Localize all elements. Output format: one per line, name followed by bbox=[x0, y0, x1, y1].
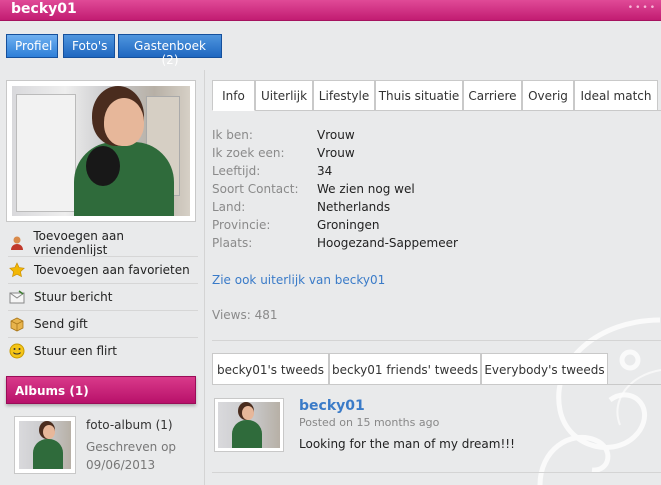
views-count: Views: 481 bbox=[212, 308, 278, 322]
tab-own-tweeds[interactable]: becky01's tweeds bbox=[212, 353, 329, 385]
profile-photo bbox=[12, 86, 190, 216]
send-message-label: Stuur bericht bbox=[34, 290, 113, 304]
send-gift-label: Send gift bbox=[34, 317, 88, 331]
info-row: Soort Contact: We zien nog wel bbox=[212, 182, 415, 196]
info-row: Plaats: Hoogezand-Sappemeer bbox=[212, 236, 458, 250]
tab-everybody-tweeds[interactable]: Everybody's tweeds bbox=[481, 353, 608, 385]
info-row: Ik zoek een: Vrouw bbox=[212, 146, 355, 160]
message-icon bbox=[8, 288, 26, 306]
info-row: Provincie: Groningen bbox=[212, 218, 380, 232]
decorative-swirl bbox=[537, 317, 661, 485]
send-flirt-action[interactable]: Stuur een flirt bbox=[8, 341, 196, 361]
column-divider bbox=[204, 70, 205, 485]
info-row: Ik ben: Vrouw bbox=[212, 128, 355, 142]
tweet-divider bbox=[212, 472, 661, 473]
add-friend-label: Toevoegen aan vriendenlijst bbox=[33, 229, 124, 257]
see-appearance-link[interactable]: Zie ook uiterlijk van becky01 bbox=[212, 273, 385, 287]
tab-overig[interactable]: Overig bbox=[522, 80, 574, 111]
gift-icon bbox=[8, 315, 26, 333]
tab-thuis-situatie[interactable]: Thuis situatie bbox=[375, 80, 463, 111]
album-name[interactable]: foto-album (1) bbox=[86, 418, 173, 432]
tab-info[interactable]: Info bbox=[212, 80, 255, 111]
tab-uiterlijk[interactable]: Uiterlijk bbox=[255, 80, 313, 111]
albums-heading[interactable]: Albums (1) bbox=[6, 376, 196, 404]
nav-gastenboek-button[interactable]: Gastenboek (2) bbox=[118, 34, 222, 67]
send-gift-action[interactable]: Send gift bbox=[8, 314, 196, 334]
info-row: Leeftijd: 34 bbox=[212, 164, 333, 178]
add-favorite-label: Toevoegen aan favorieten bbox=[34, 263, 190, 277]
person-add-icon bbox=[8, 234, 25, 252]
nav-profiel-button[interactable]: Profiel bbox=[6, 34, 58, 58]
album-written-label: Geschreven op bbox=[86, 440, 177, 454]
profile-title: becky01 bbox=[11, 1, 77, 17]
profile-photo-frame[interactable] bbox=[6, 80, 196, 222]
tweet-username[interactable]: becky01 bbox=[299, 398, 365, 414]
section-divider bbox=[212, 340, 661, 341]
album-date: 09/06/2013 bbox=[86, 458, 156, 472]
tab-carriere[interactable]: Carriere bbox=[463, 80, 522, 111]
tab-ideal-match[interactable]: Ideal match bbox=[574, 80, 658, 111]
send-message-action[interactable]: Stuur bericht bbox=[8, 287, 196, 307]
tweet-text: Looking for the man of my dream!!! bbox=[299, 437, 515, 451]
decoration-dots: •••• bbox=[627, 3, 657, 13]
smiley-icon bbox=[8, 342, 26, 360]
tweet-avatar[interactable] bbox=[214, 398, 284, 452]
send-flirt-label: Stuur een flirt bbox=[34, 344, 117, 358]
top-bar: becky01 •••• bbox=[0, 0, 661, 21]
add-friend-action[interactable]: Toevoegen aan vriendenlijst bbox=[8, 229, 196, 257]
add-favorite-action[interactable]: Toevoegen aan favorieten bbox=[8, 260, 196, 280]
tweet-timestamp: Posted on 15 months ago bbox=[299, 416, 440, 429]
album-thumbnail[interactable] bbox=[14, 416, 76, 474]
info-row: Land: Netherlands bbox=[212, 200, 391, 214]
star-icon bbox=[8, 261, 26, 279]
nav-fotos-button[interactable]: Foto's bbox=[63, 34, 115, 58]
tab-lifestyle[interactable]: Lifestyle bbox=[313, 80, 375, 111]
tab-friends-tweeds[interactable]: becky01 friends' tweeds bbox=[329, 353, 481, 385]
